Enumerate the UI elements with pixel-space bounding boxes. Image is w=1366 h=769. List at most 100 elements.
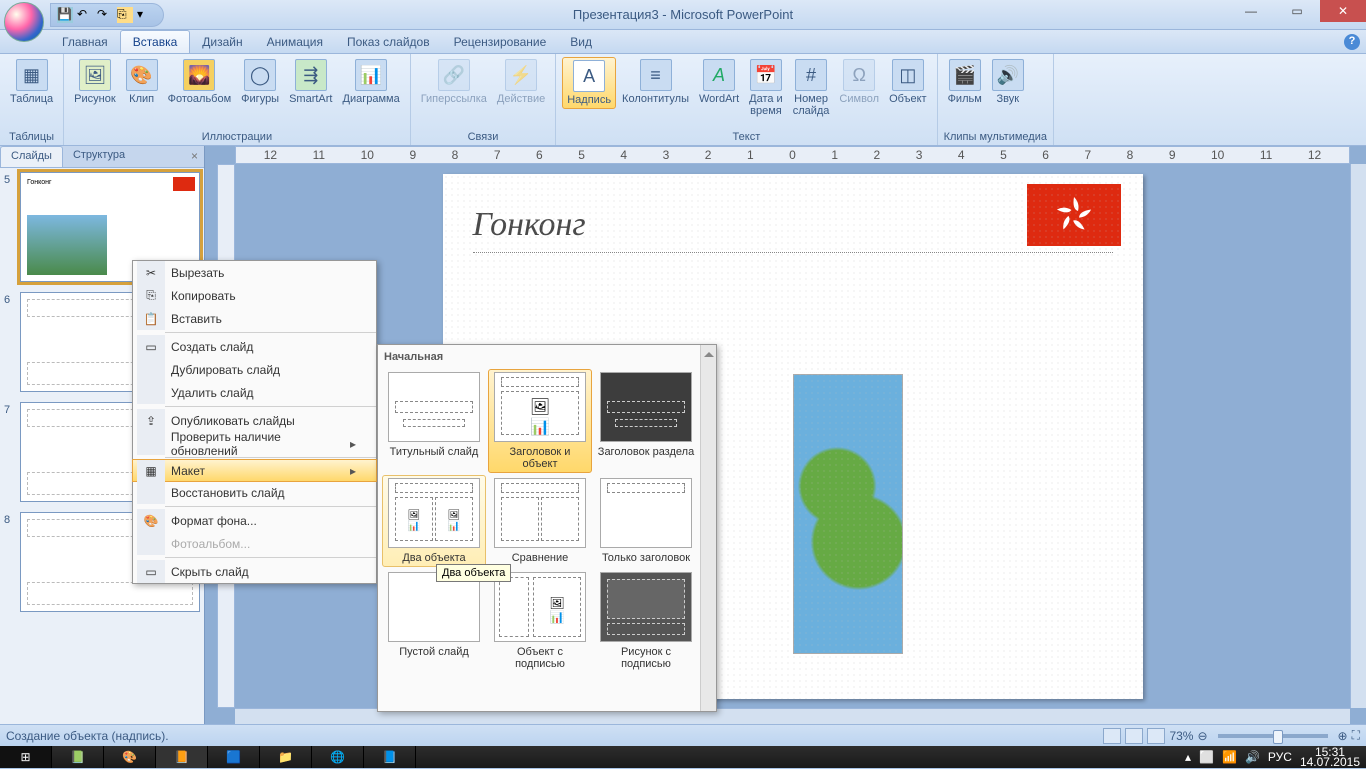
slidenum-icon: #: [795, 59, 827, 91]
tab-animation[interactable]: Анимация: [255, 31, 335, 53]
object-label: Объект: [889, 93, 926, 105]
hyperlink-label: Гиперссылка: [421, 93, 487, 105]
layout-label: Два объекта: [385, 552, 483, 564]
start-button[interactable]: ⊞: [0, 746, 52, 768]
slidenum-button[interactable]: #Номер слайда: [789, 57, 834, 119]
layout-title-only[interactable]: Только заголовок: [594, 475, 698, 567]
zoom-slider[interactable]: [1218, 734, 1328, 738]
table-button[interactable]: ▦Таблица: [6, 57, 57, 107]
qat-icon[interactable]: ⎘: [117, 7, 133, 23]
thumb-number: 8: [4, 512, 16, 612]
zoom-out-icon[interactable]: ⊖: [1197, 729, 1207, 743]
chevron-right-icon: ▸: [350, 464, 356, 478]
minimize-button[interactable]: —: [1228, 0, 1274, 22]
ctx-reset[interactable]: Восстановить слайд: [133, 481, 376, 504]
tab-slideshow[interactable]: Показ слайдов: [335, 31, 442, 53]
clip-button[interactable]: 🎨Клип: [122, 57, 162, 107]
datetime-button[interactable]: 📅Дата и время: [745, 57, 787, 119]
maximize-button[interactable]: ▭: [1274, 0, 1320, 22]
zoom-in-icon[interactable]: ⊕: [1338, 729, 1348, 743]
tray-up-icon[interactable]: ▴: [1185, 750, 1191, 764]
layout-content-caption[interactable]: 🖼📊Объект с подписью: [488, 569, 592, 673]
taskbar-paint[interactable]: 🎨: [104, 746, 156, 768]
layout-section-header[interactable]: Заголовок раздела: [594, 369, 698, 473]
smartart-button[interactable]: ⇶SmartArt: [285, 57, 336, 107]
sound-button[interactable]: 🔊Звук: [988, 57, 1028, 107]
layout-title-content[interactable]: 🖼📊Заголовок и объект: [488, 369, 592, 473]
layout-blank[interactable]: Пустой слайд: [382, 569, 486, 673]
ctx-cut[interactable]: ✂Вырезать: [133, 261, 376, 284]
ctx-del-label: Удалить слайд: [171, 386, 254, 400]
tab-home[interactable]: Главная: [50, 31, 120, 53]
taskbar-word[interactable]: 📘: [364, 746, 416, 768]
ctx-duplicate[interactable]: Дублировать слайд: [133, 358, 376, 381]
picture-button[interactable]: 🖼Рисунок: [70, 57, 120, 107]
wordart-button[interactable]: AWordArt: [695, 57, 743, 107]
tray-clock[interactable]: 15:31 14.07.2015: [1300, 747, 1360, 767]
ctx-delete[interactable]: Удалить слайд: [133, 381, 376, 404]
chart-button[interactable]: 📊 Диаграмма: [339, 57, 404, 107]
tray-sound-icon[interactable]: 🔊: [1245, 750, 1260, 764]
taskbar-chrome[interactable]: 🌐: [312, 746, 364, 768]
symbol-button: ΩСимвол: [835, 57, 883, 107]
tray-action-icon[interactable]: ⬜: [1199, 750, 1214, 764]
ctx-new-slide[interactable]: ▭Создать слайд: [133, 335, 376, 358]
thumb-number: 5: [4, 172, 16, 282]
symbol-label: Символ: [839, 93, 879, 105]
fit-button[interactable]: ⛶: [1352, 728, 1360, 743]
layout-two-content[interactable]: 🖼📊🖼📊Два объекта: [382, 475, 486, 567]
headerfooter-button[interactable]: ≡Колонтитулы: [618, 57, 693, 107]
tab-view[interactable]: Вид: [558, 31, 604, 53]
layout-title-slide[interactable]: Титульный слайд: [382, 369, 486, 473]
ctx-hide[interactable]: ▭Скрыть слайд: [133, 560, 376, 583]
tray-network-icon[interactable]: 📶: [1222, 750, 1237, 764]
status-message: Создание объекта (надпись).: [6, 729, 169, 743]
textbox-button[interactable]: AНадпись: [562, 57, 616, 109]
ctx-format-bg[interactable]: 🎨Формат фона...: [133, 509, 376, 532]
taskbar-app1[interactable]: 🟦: [208, 746, 260, 768]
taskbar-explorer[interactable]: 📁: [260, 746, 312, 768]
tab-insert[interactable]: Вставка: [120, 30, 191, 53]
undo-icon[interactable]: ↶: [77, 7, 93, 23]
layout-picture-caption[interactable]: Рисунок с подписью: [594, 569, 698, 673]
tab-review[interactable]: Рецензирование: [442, 31, 559, 53]
vertical-scrollbar[interactable]: [1350, 164, 1366, 708]
chart-label: Диаграмма: [343, 93, 400, 105]
tab-design[interactable]: Дизайн: [190, 31, 254, 53]
group-illustrations: 🖼Рисунок 🎨Клип 🌄Фотоальбом ◯Фигуры ⇶Smar…: [64, 54, 411, 145]
view-show-button[interactable]: [1147, 728, 1165, 744]
slide-title[interactable]: Гонконг: [473, 204, 586, 244]
close-button[interactable]: ✕: [1320, 0, 1366, 22]
ctx-copy[interactable]: ⎘Копировать: [133, 284, 376, 307]
panel-tab-slides[interactable]: Слайды: [0, 146, 63, 167]
ctx-check-update[interactable]: Проверить наличие обновлений▸: [133, 432, 376, 455]
new-slide-icon: ▭: [137, 335, 165, 358]
save-icon[interactable]: 💾: [57, 7, 73, 23]
album-button[interactable]: 🌄Фотоальбом: [164, 57, 236, 107]
qat-dropdown-icon[interactable]: ▾: [137, 7, 153, 23]
shapes-button[interactable]: ◯Фигуры: [237, 57, 283, 107]
panel-tab-outline[interactable]: Структура: [63, 146, 135, 167]
help-icon[interactable]: ?: [1344, 34, 1360, 50]
paste-icon: 📋: [137, 307, 165, 330]
ribbon-tabs: Главная Вставка Дизайн Анимация Показ сл…: [0, 30, 1366, 54]
map-image[interactable]: [793, 374, 903, 654]
ctx-layout[interactable]: ▦Макет▸: [132, 459, 377, 482]
taskbar-powerpoint[interactable]: 📙: [156, 746, 208, 768]
ctx-paste[interactable]: 📋Вставить: [133, 307, 376, 330]
taskbar-excel[interactable]: 📗: [52, 746, 104, 768]
view-sorter-button[interactable]: [1125, 728, 1143, 744]
layout-comparison[interactable]: Сравнение: [488, 475, 592, 567]
tray-lang[interactable]: РУС: [1268, 750, 1292, 764]
copy-icon: ⎘: [137, 284, 165, 307]
redo-icon[interactable]: ↷: [97, 7, 113, 23]
panel-close-icon[interactable]: ×: [185, 146, 204, 167]
gallery-scrollbar[interactable]: [700, 345, 716, 711]
chart-icon: 📊: [355, 59, 387, 91]
view-normal-button[interactable]: [1103, 728, 1121, 744]
movie-button[interactable]: 🎬Фильм: [944, 57, 986, 107]
textbox-label: Надпись: [567, 94, 611, 106]
flag-image[interactable]: [1027, 184, 1121, 246]
object-button[interactable]: ◫Объект: [885, 57, 930, 107]
office-button[interactable]: [4, 2, 44, 42]
